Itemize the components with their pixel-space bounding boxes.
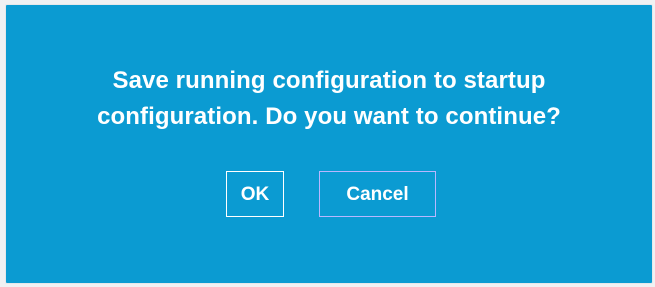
dialog-message-line-2: configuration. Do you want to continue? [97, 103, 561, 130]
window-frame: Save running configuration to startup co… [0, 0, 655, 287]
dialog-buttons: OK Cancel [6, 171, 652, 219]
confirm-dialog: Save running configuration to startup co… [6, 5, 652, 283]
dialog-message-line-1: Save running configuration to startup [112, 67, 546, 94]
dialog-message: Save running configuration to startup co… [6, 63, 652, 135]
cancel-button[interactable]: Cancel [319, 171, 436, 217]
ok-button[interactable]: OK [226, 171, 284, 217]
